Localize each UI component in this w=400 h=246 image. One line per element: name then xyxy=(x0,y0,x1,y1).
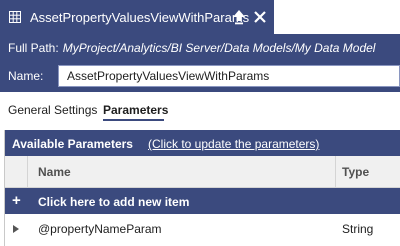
name-row: Name: xyxy=(8,65,400,87)
add-new-item-row[interactable]: + Click here to add new item xyxy=(5,188,400,214)
parameters-grid-header: Name Type xyxy=(5,156,400,188)
object-info-header: Full Path: MyProject/Analytics/BI Server/… xyxy=(0,34,400,92)
full-path-label: Full Path: xyxy=(8,41,59,55)
tab-parameters[interactable]: Parameters xyxy=(103,103,168,117)
plus-icon: + xyxy=(12,192,21,209)
name-label: Name: xyxy=(8,69,44,83)
parameters-panel-header: Available Parameters (Click to update th… xyxy=(5,130,400,156)
grid-table-icon xyxy=(9,11,21,23)
document-tab-strip: AssetPropertyValuesViewWithParams xyxy=(0,0,400,34)
column-header-type[interactable]: Type xyxy=(342,165,369,179)
full-path-value: MyProject/Analytics/BI Server/Data Model… xyxy=(62,41,376,55)
parameter-type-cell[interactable]: String xyxy=(342,222,373,236)
settings-tabs: General Settings Parameters xyxy=(0,92,400,125)
editor-window: AssetPropertyValuesViewWithParams Full P… xyxy=(0,0,400,246)
parameters-panel-title: Available Parameters xyxy=(12,137,133,151)
column-header-name[interactable]: Name xyxy=(38,165,71,179)
pin-icon[interactable] xyxy=(232,9,246,25)
close-icon[interactable] xyxy=(252,9,268,25)
table-row[interactable]: @propertyNameParam String xyxy=(5,214,400,244)
update-parameters-link[interactable]: (Click to update the parameters) xyxy=(148,137,319,151)
active-tab-indicator xyxy=(103,119,164,121)
document-tab-title: AssetPropertyValuesViewWithParams xyxy=(30,9,250,25)
tab-general-settings[interactable]: General Settings xyxy=(8,103,97,117)
parameter-name-cell[interactable]: @propertyNameParam xyxy=(38,222,162,236)
full-path-row: Full Path: MyProject/Analytics/BI Server/… xyxy=(8,41,375,55)
parameters-panel: Available Parameters (Click to update th… xyxy=(4,130,400,246)
chevron-right-icon[interactable] xyxy=(13,225,19,233)
column-separator[interactable] xyxy=(335,156,336,187)
row-indicator-header xyxy=(5,156,28,187)
document-tab[interactable]: AssetPropertyValuesViewWithParams xyxy=(0,0,274,34)
add-new-item-label: Click here to add new item xyxy=(38,195,190,209)
name-input[interactable] xyxy=(58,65,400,87)
